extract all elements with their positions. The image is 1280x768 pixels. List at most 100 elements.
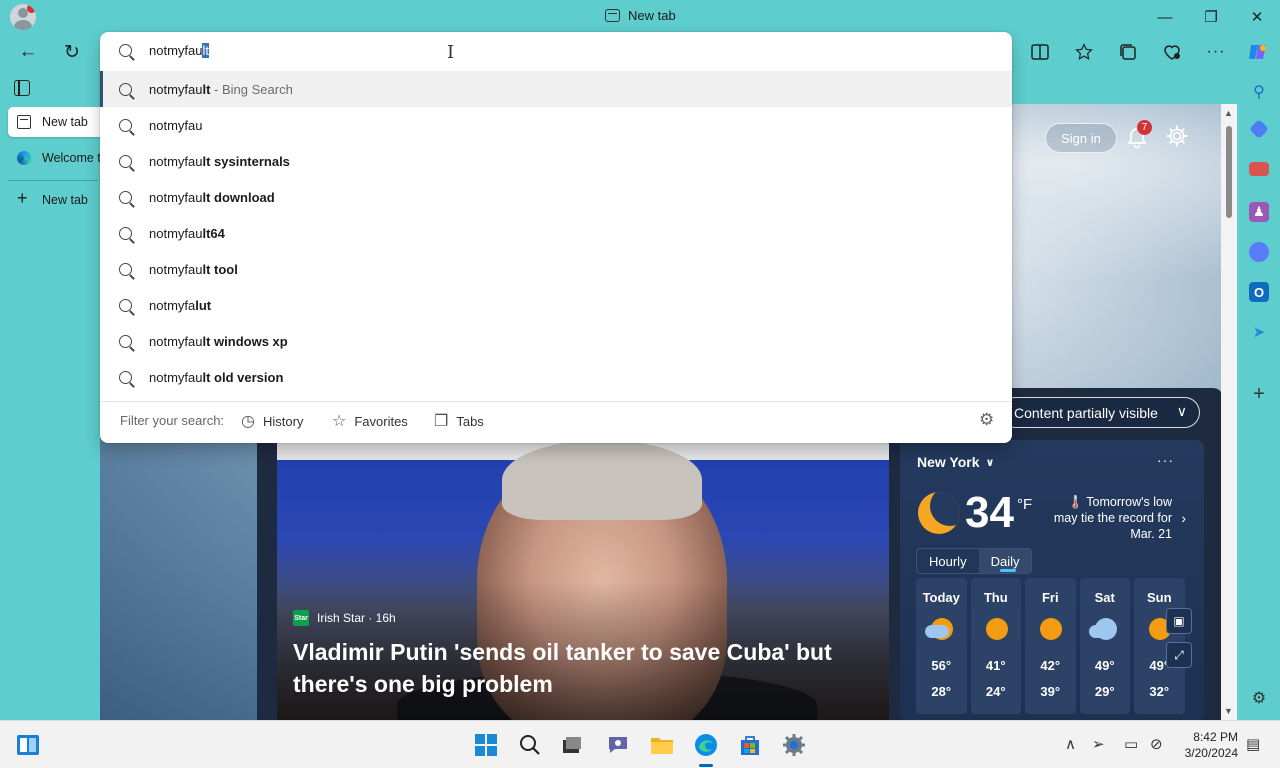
search-icon xyxy=(119,44,132,57)
forecast-day[interactable]: Sat 49° 29° xyxy=(1079,578,1130,714)
expand-icon[interactable]: ⤢ xyxy=(1166,642,1192,668)
profile-avatar[interactable] xyxy=(10,4,36,30)
split-screen-icon[interactable] xyxy=(1022,34,1058,70)
tools-briefcase-icon[interactable] xyxy=(1249,162,1269,176)
forecast-day-name: Sun xyxy=(1146,590,1172,605)
suggestion-item[interactable]: notmyfault download xyxy=(100,179,1012,215)
location-arrow-icon[interactable]: ➢ xyxy=(1092,735,1105,753)
forecast-day[interactable]: Fri 42° 39° xyxy=(1025,578,1076,714)
new-tab-button[interactable]: + New tab xyxy=(8,185,100,215)
tab-daily[interactable]: Daily xyxy=(978,549,1032,573)
suggestion-item[interactable]: notmyfalut xyxy=(100,287,1012,323)
history-clock-icon: ◷ xyxy=(241,413,255,430)
suggestion-item[interactable]: notmyfault sysinternals xyxy=(100,143,1012,179)
settings-gear-icon[interactable] xyxy=(778,729,810,761)
scroll-thumb[interactable] xyxy=(1226,126,1232,218)
active-app-indicator xyxy=(699,764,713,767)
microsoft365-icon[interactable] xyxy=(1249,242,1269,262)
news-source[interactable]: Star Irish Star · 16h xyxy=(293,610,396,626)
news-card[interactable]: Star Irish Star · 16h Vladimir Putin 'se… xyxy=(277,440,889,720)
outlook-icon[interactable]: O xyxy=(1249,282,1269,302)
search-icon xyxy=(119,155,132,168)
teams-chat-icon[interactable] xyxy=(602,729,634,761)
page-settings-gear-icon[interactable] xyxy=(1165,124,1191,150)
settings-more-icon[interactable]: ··· xyxy=(1198,34,1234,70)
start-windows-icon[interactable] xyxy=(470,729,502,761)
weather-card[interactable]: New York ∨ ··· 34 °F 🌡️ Tomorrow's low m… xyxy=(900,440,1204,720)
tabs-icon: ❐ xyxy=(434,413,449,430)
forecast-low: 24° xyxy=(985,684,1006,699)
back-button[interactable]: ← xyxy=(10,34,46,70)
suggestion-item[interactable]: notmyfault windows xp xyxy=(100,323,1012,359)
microsoft-store-icon[interactable] xyxy=(734,729,766,761)
volume-muted-icon[interactable]: ⊘ xyxy=(1150,735,1163,753)
restore-button[interactable]: ❐ xyxy=(1188,4,1234,30)
suggestion-prefix: notmyfau xyxy=(149,189,203,205)
address-input[interactable]: notmyfault I xyxy=(100,32,1012,70)
games-icon[interactable]: ♟ xyxy=(1249,202,1269,222)
suggestion-item[interactable]: notmyfault tool xyxy=(100,251,1012,287)
task-view-icon[interactable] xyxy=(556,729,588,761)
tab-actions-menu-icon[interactable] xyxy=(14,80,30,96)
suggestion-item[interactable]: notmyfault old version xyxy=(100,359,1012,395)
suggestion-prefix: notmyfau xyxy=(149,261,203,277)
forecast-day[interactable]: Today 56° 28° xyxy=(916,578,967,714)
edge-browser-icon[interactable] xyxy=(690,729,722,767)
news-headline[interactable]: Vladimir Putin 'sends oil tanker to save… xyxy=(293,636,853,700)
sign-in-button[interactable]: Sign in xyxy=(1045,123,1117,153)
close-button[interactable]: ✕ xyxy=(1234,4,1280,30)
widgets-icon[interactable] xyxy=(12,729,44,761)
suggestion-completion: lt sysinternals xyxy=(202,153,290,169)
edge-sidebar: ⚲ ♟ O ➤ + ⚙ xyxy=(1238,72,1280,720)
suggestion-item[interactable]: notmyfau xyxy=(100,107,1012,143)
forecast-day[interactable]: Thu 41° 24° xyxy=(970,578,1021,714)
temperature-unit[interactable]: °F xyxy=(1017,496,1032,513)
search-icon[interactable]: ⚲ xyxy=(1249,82,1269,102)
favorites-star-icon[interactable] xyxy=(1066,34,1102,70)
suggestion-item[interactable]: notmyfault - Bing Search xyxy=(100,71,1012,107)
tab-welcome[interactable]: Welcome t xyxy=(8,143,100,173)
collections-icon[interactable] xyxy=(1110,34,1146,70)
drop-send-icon[interactable]: ➤ xyxy=(1249,322,1269,342)
scroll-up-arrow-icon[interactable]: ▲ xyxy=(1224,108,1233,118)
filter-tabs-button[interactable]: ❐ Tabs xyxy=(434,411,484,431)
content-visibility-dropdown[interactable]: Content partially visible ∨ xyxy=(1000,397,1200,428)
filter-favorites-label: Favorites xyxy=(354,413,408,429)
search-settings-gear-icon[interactable]: ⚙ xyxy=(979,410,994,430)
weather-more-options-icon[interactable]: ··· xyxy=(1157,452,1174,468)
news-image-hair xyxy=(502,440,702,520)
show-hidden-icons-chevron-icon[interactable]: ∧ xyxy=(1065,735,1076,753)
tab-new-tab[interactable]: New tab xyxy=(8,107,100,137)
forecast-day-name: Sat xyxy=(1094,590,1115,605)
add-sidebar-app-icon[interactable]: + xyxy=(1249,383,1269,405)
browser-essentials-icon[interactable] xyxy=(1154,34,1190,70)
notification-center-icon[interactable]: ▤ xyxy=(1246,735,1260,753)
filter-history-button[interactable]: ◷ History xyxy=(241,411,303,431)
suggestion-completion: lut xyxy=(195,297,212,313)
search-icon xyxy=(119,263,132,276)
suggestion-completion: lt old version xyxy=(202,369,284,385)
tab-hourly[interactable]: Hourly xyxy=(917,549,979,573)
system-clock[interactable]: 8:42 PM 3/20/2024 xyxy=(1176,729,1238,761)
scroll-down-arrow-icon[interactable]: ▼ xyxy=(1224,706,1233,716)
refresh-button[interactable]: ↻ xyxy=(54,34,90,70)
filter-favorites-button[interactable]: ☆ Favorites xyxy=(332,411,408,431)
shopping-tag-icon[interactable] xyxy=(1249,119,1269,139)
page-scrollbar[interactable]: ▲ ▼ xyxy=(1221,104,1237,720)
news-source-text: Irish Star · 16h xyxy=(317,611,396,625)
open-image-icon[interactable]: ▣ xyxy=(1166,608,1192,634)
forecast-day-name: Thu xyxy=(983,590,1008,605)
weather-alert-note[interactable]: 🌡️ Tomorrow's low may tie the record for… xyxy=(1050,494,1172,542)
chevron-right-icon[interactable]: › xyxy=(1181,510,1186,526)
sidebar-settings-gear-icon[interactable]: ⚙ xyxy=(1249,688,1269,708)
suggestion-item[interactable]: notmyfault64 xyxy=(100,215,1012,251)
minimize-button[interactable]: — xyxy=(1142,4,1188,30)
search-icon[interactable] xyxy=(514,729,546,761)
page-icon xyxy=(17,115,31,129)
weather-location[interactable]: New York ∨ xyxy=(917,454,994,470)
network-display-icon[interactable]: ▭ xyxy=(1124,735,1138,753)
suggestion-completion: lt64 xyxy=(202,225,225,241)
file-explorer-icon[interactable] xyxy=(646,729,678,761)
copilot-icon[interactable] xyxy=(1240,34,1276,70)
filter-tabs-label: Tabs xyxy=(456,413,484,429)
